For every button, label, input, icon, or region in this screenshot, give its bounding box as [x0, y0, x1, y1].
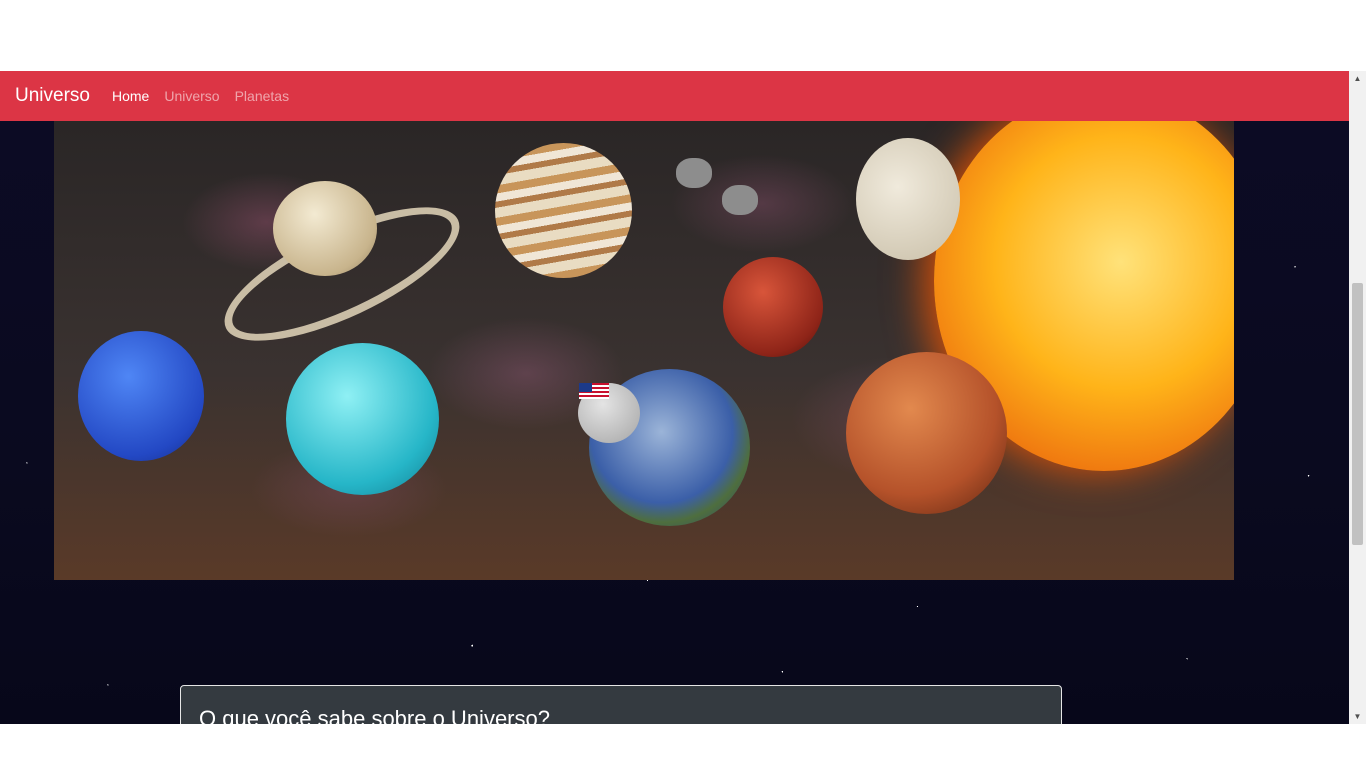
neptune-image: [78, 331, 204, 461]
page-scrollbar[interactable]: ▲ ▼: [1349, 71, 1366, 724]
nav-link-home[interactable]: Home: [112, 88, 149, 104]
nav-link-planetas[interactable]: Planetas: [235, 88, 289, 104]
navbar-brand[interactable]: Universo: [15, 85, 90, 107]
card-title: O que você sabe sobre o Universo?: [199, 706, 550, 724]
venus-image: [856, 138, 960, 260]
mars-image: [846, 352, 1007, 514]
asteroid-image: [722, 185, 758, 215]
page-viewport: Universo Home Universo Planetas O que vo…: [0, 71, 1349, 724]
info-card: O que você sabe sobre o Universo?: [180, 685, 1062, 724]
uranus-image: [286, 343, 439, 495]
scrollbar-thumb[interactable]: [1352, 283, 1363, 545]
asteroid-image: [676, 158, 712, 188]
scroll-down-arrow-icon[interactable]: ▼: [1349, 709, 1366, 724]
jupiter-image: [495, 143, 632, 278]
nav-link-universo[interactable]: Universo: [164, 88, 219, 104]
flag-image: [579, 383, 609, 399]
saturn-image: [273, 181, 377, 276]
scroll-up-arrow-icon[interactable]: ▲: [1349, 71, 1366, 86]
solar-system-image: [54, 121, 1234, 580]
navbar: Universo Home Universo Planetas: [0, 71, 1349, 121]
mars-small-image: [723, 257, 823, 357]
